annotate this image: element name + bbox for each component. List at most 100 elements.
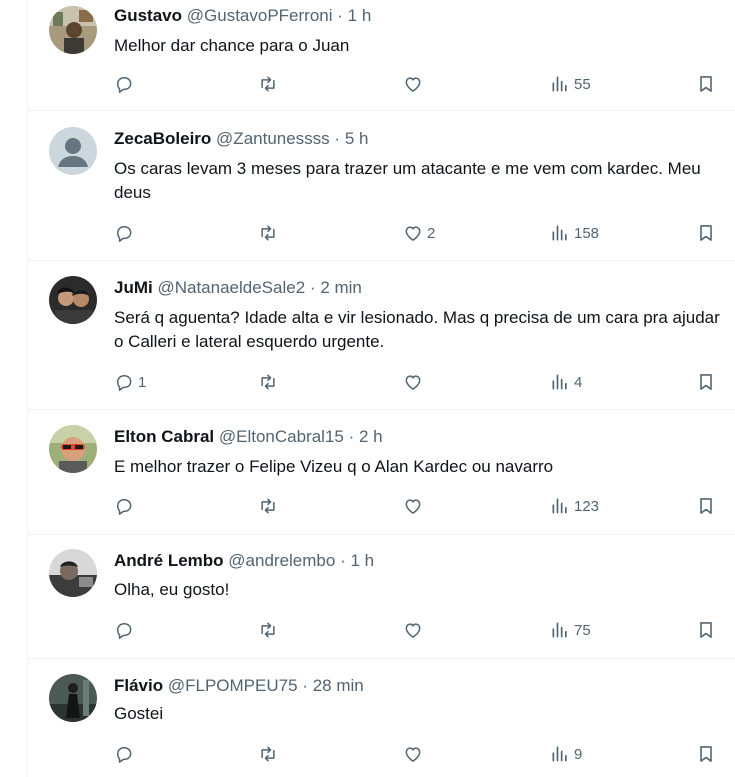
reply-icon <box>117 747 132 763</box>
avatar[interactable] <box>49 127 97 175</box>
bar-chart-icon <box>552 225 567 241</box>
bookmark-button[interactable] <box>696 618 716 642</box>
reply-button[interactable] <box>114 221 138 245</box>
author-handle[interactable]: @FLPOMPEU75 <box>168 676 298 695</box>
reply-button[interactable] <box>114 742 138 766</box>
reply-text: Os caras levam 3 meses para trazer um at… <box>114 159 701 202</box>
reply-header: JuMi @NatanaeldeSale2 · 2 min <box>114 278 725 298</box>
author-handle[interactable]: @EltonCabral15 <box>219 427 344 446</box>
heart-icon <box>405 226 421 241</box>
repost-icon <box>261 622 275 638</box>
bar-chart-icon <box>552 498 567 514</box>
author-name[interactable]: André Lembo <box>114 551 224 570</box>
bar-chart-icon <box>552 76 567 92</box>
like-button[interactable] <box>403 618 427 642</box>
reply-icon <box>117 226 132 242</box>
timestamp[interactable]: 1 h <box>348 6 372 25</box>
author-name[interactable]: Flávio <box>114 676 163 695</box>
reply-header: André Lembo @andrelembo · 1 h <box>114 551 725 571</box>
reply-text: E melhor trazer o Felipe Vizeu q o Alan … <box>114 457 554 476</box>
reply-item[interactable]: JuMi @NatanaeldeSale2 · 2 min Será q agu… <box>28 261 735 410</box>
reply-icon <box>117 623 132 639</box>
repost-button[interactable] <box>258 221 282 245</box>
like-button[interactable] <box>403 370 427 394</box>
repost-icon <box>261 498 275 514</box>
repost-icon <box>261 746 275 762</box>
timestamp[interactable]: 28 min <box>313 676 364 695</box>
author-name[interactable]: Gustavo <box>114 6 182 25</box>
avatar[interactable] <box>49 276 97 324</box>
views-button[interactable]: 9 <box>550 742 582 766</box>
user-photo-icon <box>49 6 97 54</box>
reply-item[interactable]: Elton Cabral @EltonCabral15 · 2 h E melh… <box>28 410 735 535</box>
author-handle[interactable]: @NatanaeldeSale2 <box>157 278 305 297</box>
avatar[interactable] <box>49 425 97 473</box>
reply-button[interactable] <box>114 72 138 96</box>
timestamp[interactable]: 5 h <box>345 129 369 148</box>
action-bar: 9 <box>114 742 719 766</box>
views-button[interactable]: 158 <box>550 221 599 245</box>
like-button[interactable]: 2 <box>403 221 435 245</box>
reply-text: Melhor dar chance para o Juan <box>114 36 350 55</box>
heart-icon <box>405 623 421 638</box>
views-count: 4 <box>574 373 583 391</box>
repost-button[interactable] <box>258 370 282 394</box>
separator-dot: · <box>334 129 341 148</box>
timestamp[interactable]: 1 h <box>350 551 374 570</box>
reply-header: ZecaBoleiro @Zantunessss · 5 h <box>114 129 725 149</box>
author-name[interactable]: Elton Cabral <box>114 427 214 446</box>
like-button[interactable] <box>403 72 427 96</box>
author-name[interactable]: ZecaBoleiro <box>114 129 211 148</box>
avatar[interactable] <box>49 674 97 722</box>
views-count: 9 <box>574 745 583 763</box>
author-name[interactable]: JuMi <box>114 278 153 297</box>
user-photo-icon <box>49 425 97 473</box>
bar-chart-icon <box>552 374 567 390</box>
timestamp[interactable]: 2 min <box>320 278 362 297</box>
author-handle[interactable]: @GustavoPFerroni <box>187 6 333 25</box>
repost-button[interactable] <box>258 72 282 96</box>
reply-text: Olha, eu gosto! <box>114 580 230 599</box>
views-button[interactable]: 55 <box>550 72 591 96</box>
bookmark-icon <box>700 374 712 390</box>
action-bar: 55 <box>114 72 719 96</box>
views-button[interactable]: 4 <box>550 370 582 394</box>
reply-text: Gostei <box>114 704 164 723</box>
bookmark-button[interactable] <box>696 494 716 518</box>
reply-button[interactable] <box>114 618 138 642</box>
repost-button[interactable] <box>258 742 282 766</box>
bookmark-button[interactable] <box>696 742 716 766</box>
action-bar: 75 <box>114 618 719 642</box>
reply-button[interactable]: 1 <box>114 370 146 394</box>
bookmark-icon <box>700 225 712 241</box>
timestamp[interactable]: 2 h <box>359 427 383 446</box>
reply-item[interactable]: Gustavo @GustavoPFerroni · 1 h Melhor da… <box>28 0 735 111</box>
like-button[interactable] <box>403 494 427 518</box>
reply-item[interactable]: ZecaBoleiro @Zantunessss · 5 h Os caras … <box>28 111 735 261</box>
avatar[interactable] <box>49 6 97 54</box>
views-button[interactable]: 75 <box>550 618 591 642</box>
reply-icon <box>117 77 132 93</box>
views-button[interactable]: 123 <box>550 494 599 518</box>
bar-chart-icon <box>552 746 567 762</box>
action-bar: 2 158 <box>114 221 719 245</box>
reply-item[interactable]: Flávio @FLPOMPEU75 · 28 min Gostei 9 <box>28 659 735 777</box>
avatar[interactable] <box>49 549 97 597</box>
author-handle[interactable]: @andrelembo <box>228 551 335 570</box>
bookmark-button[interactable] <box>696 221 716 245</box>
bookmark-icon <box>700 746 712 762</box>
reply-button[interactable] <box>114 494 138 518</box>
like-button[interactable] <box>403 742 427 766</box>
bookmark-icon <box>700 622 712 638</box>
author-handle[interactable]: @Zantunessss <box>216 129 330 148</box>
separator-dot: · <box>348 427 355 446</box>
bookmark-button[interactable] <box>696 72 716 96</box>
repost-button[interactable] <box>258 494 282 518</box>
separator-dot: · <box>309 278 316 297</box>
repost-button[interactable] <box>258 618 282 642</box>
heart-icon <box>405 747 421 762</box>
views-count: 75 <box>574 621 591 639</box>
reply-item[interactable]: André Lembo @andrelembo · 1 h Olha, eu g… <box>28 535 735 659</box>
bookmark-button[interactable] <box>696 370 716 394</box>
reply-icon <box>117 375 132 391</box>
